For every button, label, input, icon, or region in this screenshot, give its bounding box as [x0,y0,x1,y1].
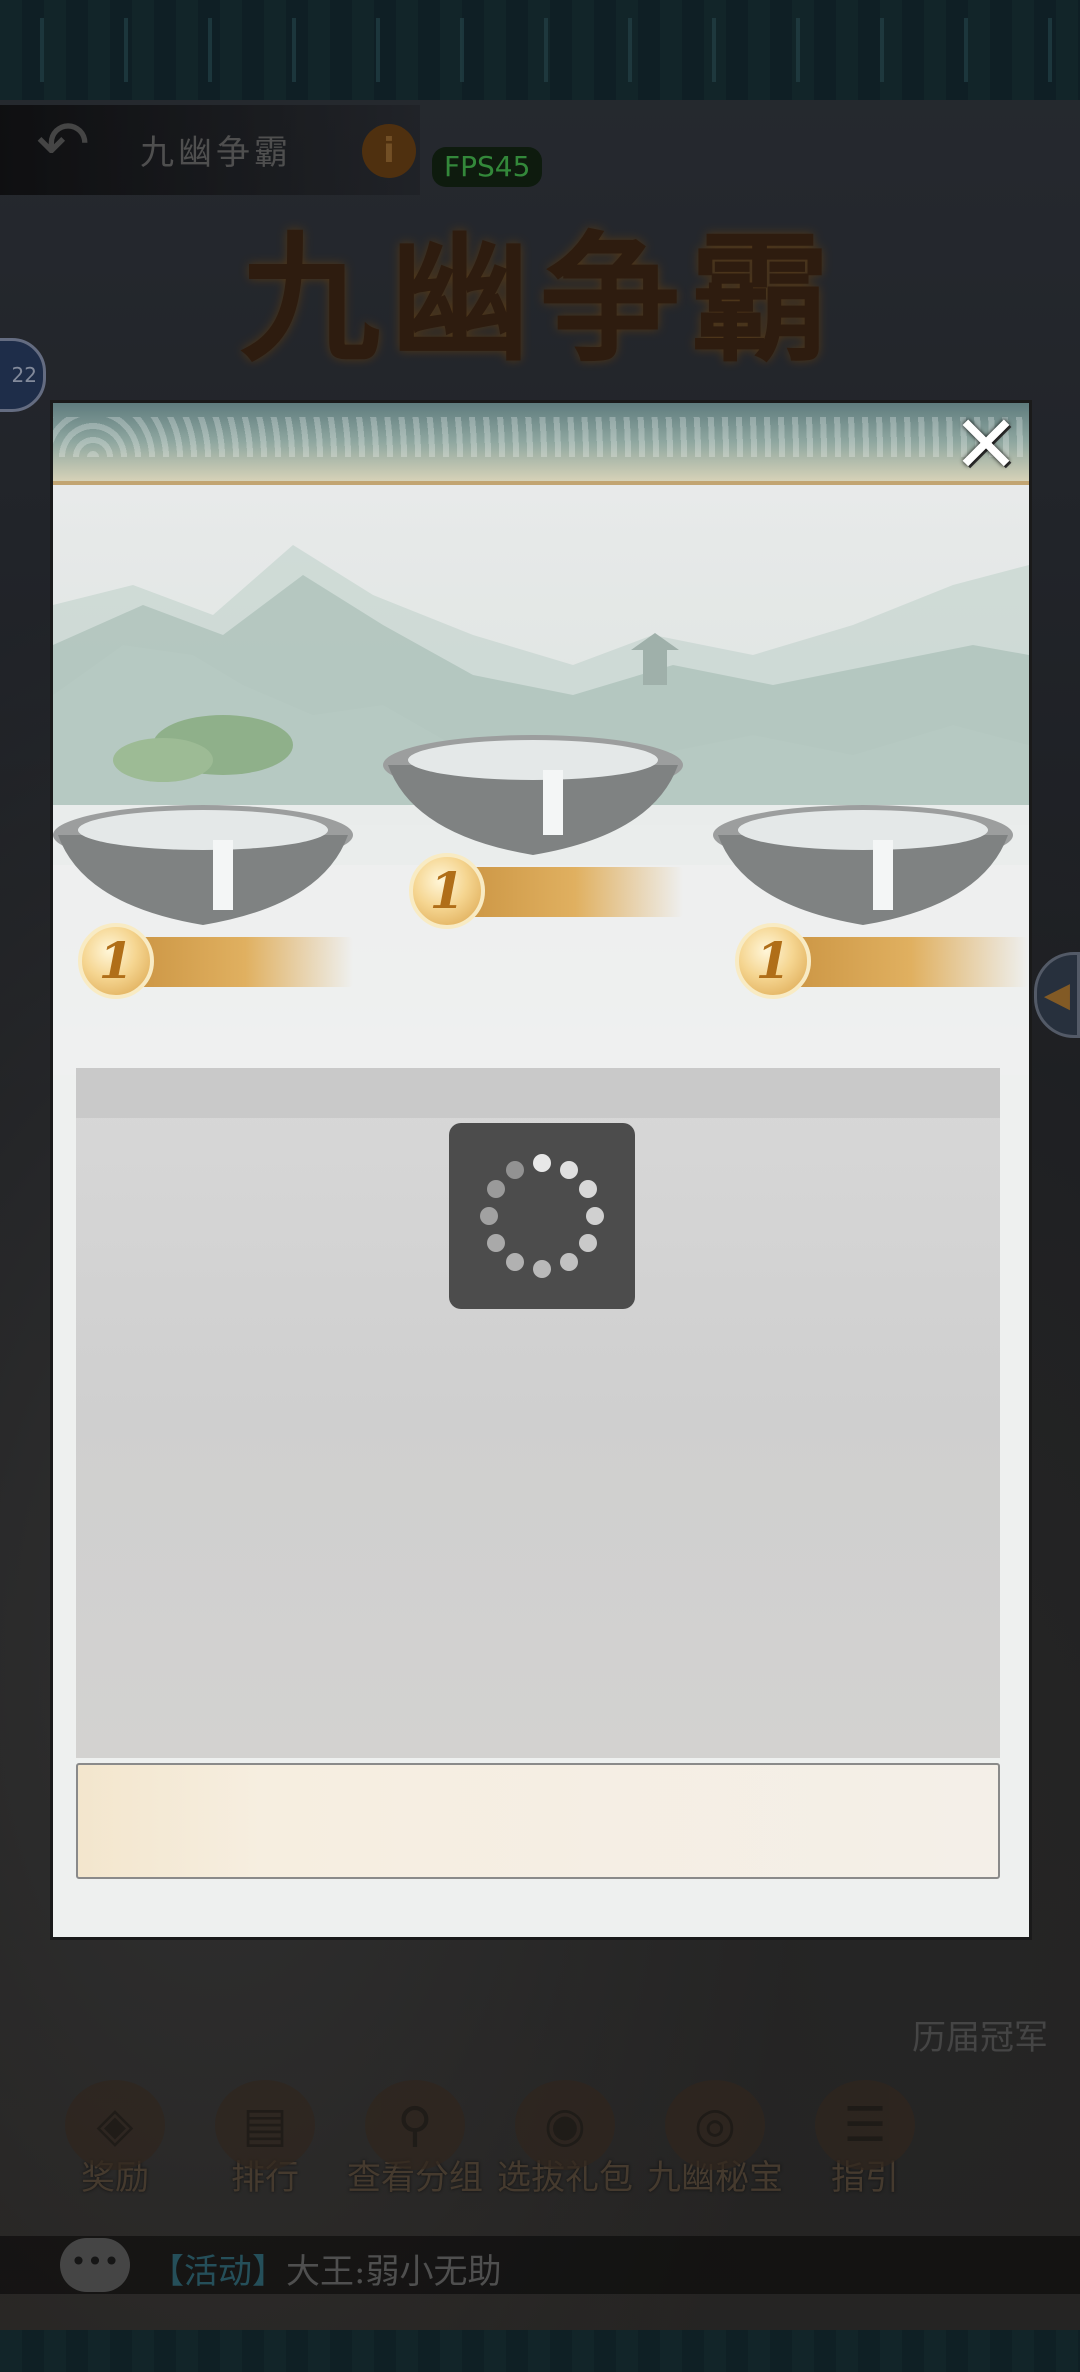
landscape-scene: 1 1 1 [53,485,1029,1075]
rank-coin-2: 1 [409,853,485,929]
loading-spinner-icon [449,1123,635,1309]
content-header-row [76,1068,1000,1118]
bottom-action-bar[interactable] [76,1763,1000,1879]
modal-dialog: ✕ 1 1 1 [50,400,1032,1940]
rank-coin-1: 1 [78,923,154,999]
rank-coin-3: 1 [735,923,811,999]
close-icon[interactable]: ✕ [943,405,1029,485]
modal-title-bar [53,403,1029,485]
